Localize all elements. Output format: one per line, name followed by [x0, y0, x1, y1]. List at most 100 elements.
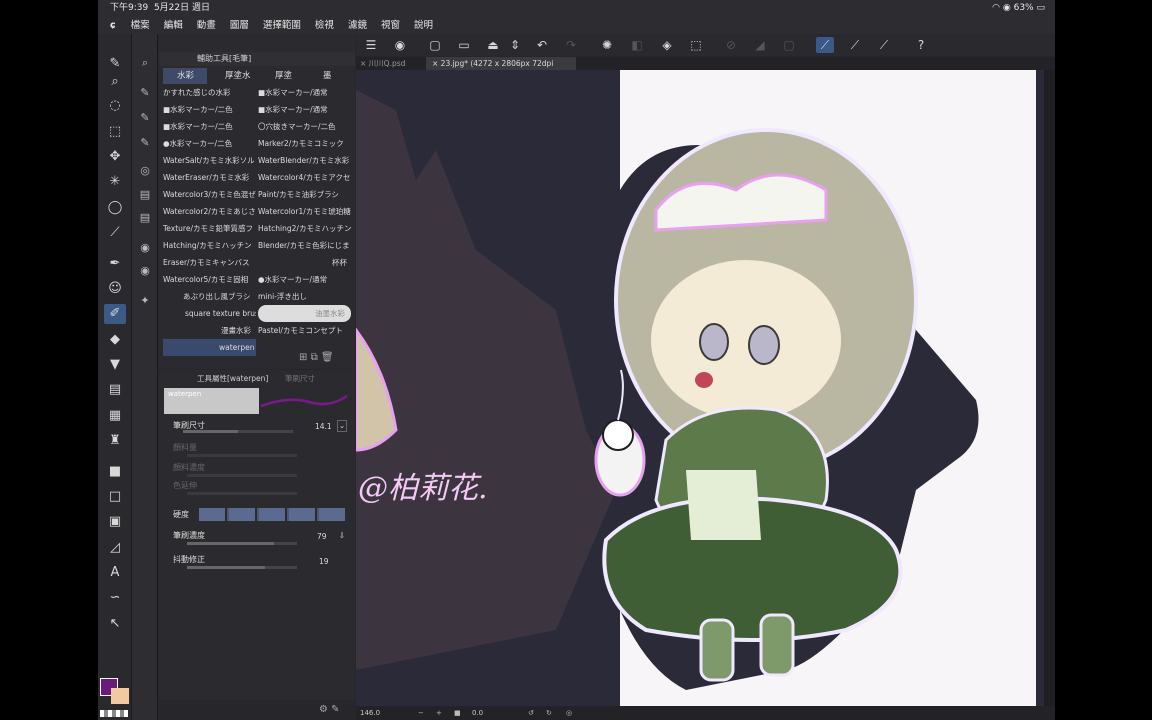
brush-item[interactable]: あぶり出し風ブラシ — [163, 288, 256, 305]
brush-item[interactable]: Watercolor1/カモミ琥珀糖 — [258, 203, 351, 220]
hardness-step[interactable] — [289, 508, 317, 521]
brush-item[interactable]: 杯杯 — [258, 254, 351, 271]
menu-help[interactable]: 說明 — [414, 17, 433, 34]
paint-density-slider[interactable] — [187, 474, 297, 477]
hardness-step[interactable] — [229, 508, 257, 521]
gradient-icon[interactable]: ▤ — [104, 380, 126, 400]
brush-item[interactable]: Watercolor2/カモミあじさ — [163, 203, 256, 220]
hardness-step[interactable] — [319, 508, 347, 521]
color-icon[interactable]: ■ — [104, 462, 126, 482]
eraser-icon[interactable]: ◆ — [104, 330, 126, 350]
ruler-icon[interactable]: ◿ — [104, 538, 126, 558]
undo-icon[interactable]: ↶ — [533, 37, 551, 53]
menu-icon[interactable]: ☰ — [362, 37, 380, 53]
brush-item[interactable]: Watercolor4/カモミアクセ — [258, 169, 351, 186]
zoom-icon[interactable]: ⌕ — [104, 72, 126, 92]
clip-studio-logo-icon[interactable]: ɕ — [110, 17, 116, 34]
new-icon[interactable]: ▢ — [426, 37, 444, 53]
open-icon[interactable]: ▭ — [455, 37, 473, 53]
subtool-layer-icon[interactable]: ◉ — [136, 239, 154, 257]
hardness-step[interactable] — [199, 508, 227, 521]
selection-icon[interactable]: ▢ — [780, 37, 798, 53]
brush-density-dropdown-icon[interactable]: ⇩ — [337, 531, 347, 543]
copy-brush-icon[interactable]: ⧉ — [311, 352, 318, 363]
tab-thick[interactable]: 厚塗 — [261, 68, 305, 84]
grid-icon[interactable]: ▣ — [104, 512, 126, 532]
select-none-icon[interactable]: ⊘ — [722, 37, 740, 53]
stop-icon[interactable]: ■ — [454, 706, 461, 720]
tab-watercolor[interactable]: 水彩 — [163, 68, 207, 84]
brush-item[interactable]: ■水彩マーカー/二色 — [163, 101, 256, 118]
transparent-color-swatch[interactable] — [100, 710, 128, 717]
brush-item-selected[interactable]: waterpen — [163, 339, 256, 356]
brush-item[interactable]: Pastel/カモミコンセプト — [258, 322, 351, 339]
brush-item[interactable]: 〇穴抜きマーカー/二色 — [258, 118, 351, 135]
select-icon[interactable]: ⬚ — [104, 122, 126, 142]
pen-nib-icon[interactable]: ✎ — [104, 54, 126, 74]
hardness-step[interactable] — [259, 508, 287, 521]
brush-item[interactable]: Paint/カモミ油彩ブラシ — [258, 186, 351, 203]
menu-filter[interactable]: 濾鏡 — [348, 17, 367, 34]
subtool-circle-icon[interactable]: ◎ — [136, 162, 154, 180]
brush-size-dropdown-icon[interactable]: ⌄ — [337, 420, 347, 432]
menu-selection[interactable]: 選擇範圍 — [263, 17, 301, 34]
redo-icon[interactable]: ↷ — [562, 37, 580, 53]
pen-icon[interactable]: ✒ — [104, 254, 126, 274]
subtool-doc-icon[interactable]: ▤ — [136, 186, 154, 204]
brush-item[interactable]: Texture/カモミ鉛筆質感フ — [163, 220, 256, 237]
tab-ink[interactable]: 墨 — [309, 68, 353, 84]
subtool-layer2-icon[interactable]: ◉ — [136, 262, 154, 280]
subtool-pen2-icon[interactable]: ✎ — [136, 109, 154, 127]
brush-item[interactable]: WaterEraser/カモミ水彩 — [163, 169, 256, 186]
zoom-out-icon[interactable]: − — [418, 706, 424, 720]
bucket-icon[interactable]: ♜ — [104, 431, 126, 451]
loading-icon[interactable]: ✺ — [598, 37, 616, 53]
eyedropper-icon[interactable]: ⟋ — [104, 223, 126, 243]
reset-rotation-icon[interactable]: ◎ — [566, 706, 572, 720]
brush-item[interactable]: mini-浮き出し — [258, 288, 351, 305]
rotate-right-icon[interactable]: ↻ — [546, 706, 552, 720]
trash-icon[interactable]: 🗑 — [321, 352, 334, 363]
brush-item[interactable]: ■水彩マーカー/通常 — [258, 101, 351, 118]
color-stretch-slider[interactable] — [187, 492, 297, 495]
crop-icon[interactable]: ⬚ — [687, 37, 705, 53]
fill-icon[interactable]: ▼ — [104, 355, 126, 375]
clear-icon[interactable]: ◧ — [628, 37, 646, 53]
subtool-doc2-icon[interactable]: ▤ — [136, 209, 154, 227]
brush-item[interactable]: 油墨水彩 — [258, 305, 351, 322]
menu-layer[interactable]: 圖層 — [230, 17, 249, 34]
brush-item[interactable]: square texture brush — [163, 305, 256, 322]
stabilize-pen-icon[interactable]: ⟋ — [816, 37, 834, 53]
lasso2-icon[interactable]: ◯ — [104, 198, 126, 218]
tab-thick-water[interactable]: 厚塗水 — [211, 68, 257, 84]
help-icon[interactable]: ? — [912, 37, 930, 53]
brush-item[interactable]: ■水彩マーカー/二色 — [163, 118, 256, 135]
brush-item[interactable]: ■水彩マーカー/通常 — [258, 84, 351, 101]
brush-item[interactable]: Marker2/カモミコミック — [258, 135, 351, 152]
zoom-value[interactable]: 146.0 — [360, 706, 380, 720]
brush-item[interactable]: かすれた感じの水彩 — [163, 84, 256, 101]
brush-density-slider[interactable] — [187, 542, 297, 545]
clip-studio-icon[interactable]: ◉ — [391, 37, 409, 53]
brush-item[interactable]: 漫畫水彩 — [163, 322, 256, 339]
balloon-icon[interactable]: ∽ — [104, 588, 126, 608]
invert-icon[interactable]: ◢ — [751, 37, 769, 53]
background-color-swatch[interactable] — [111, 688, 129, 704]
rotate-left-icon[interactable]: ↺ — [528, 706, 534, 720]
updown-icon[interactable]: ⇕ — [506, 37, 524, 53]
operation-icon[interactable]: ↖ — [104, 614, 126, 634]
subtool-zoom-icon[interactable]: ⌕ — [136, 54, 154, 72]
frame-icon[interactable]: ▦ — [104, 406, 126, 426]
brush-item[interactable]: Watercolor3/カモミ色混ぜ — [163, 186, 256, 203]
menu-window[interactable]: 視窗 — [381, 17, 400, 34]
avatar-icon[interactable]: ☺ — [104, 279, 126, 299]
pen-curve-icon[interactable]: ⟋ — [846, 37, 864, 53]
wrench-icon[interactable]: ✎ — [331, 704, 339, 715]
subtool-pen3-icon[interactable]: ✎ — [136, 134, 154, 152]
subtool-pen-icon[interactable]: ✎ — [136, 84, 154, 102]
lasso-icon[interactable]: ◌ — [104, 96, 126, 116]
pen-line-icon[interactable]: ⟋ — [875, 37, 893, 53]
brush-item[interactable]: ●水彩マーカー/二色 — [163, 135, 256, 152]
fill-layer-icon[interactable]: ◈ — [658, 37, 676, 53]
menu-animation[interactable]: 動畫 — [197, 17, 216, 34]
